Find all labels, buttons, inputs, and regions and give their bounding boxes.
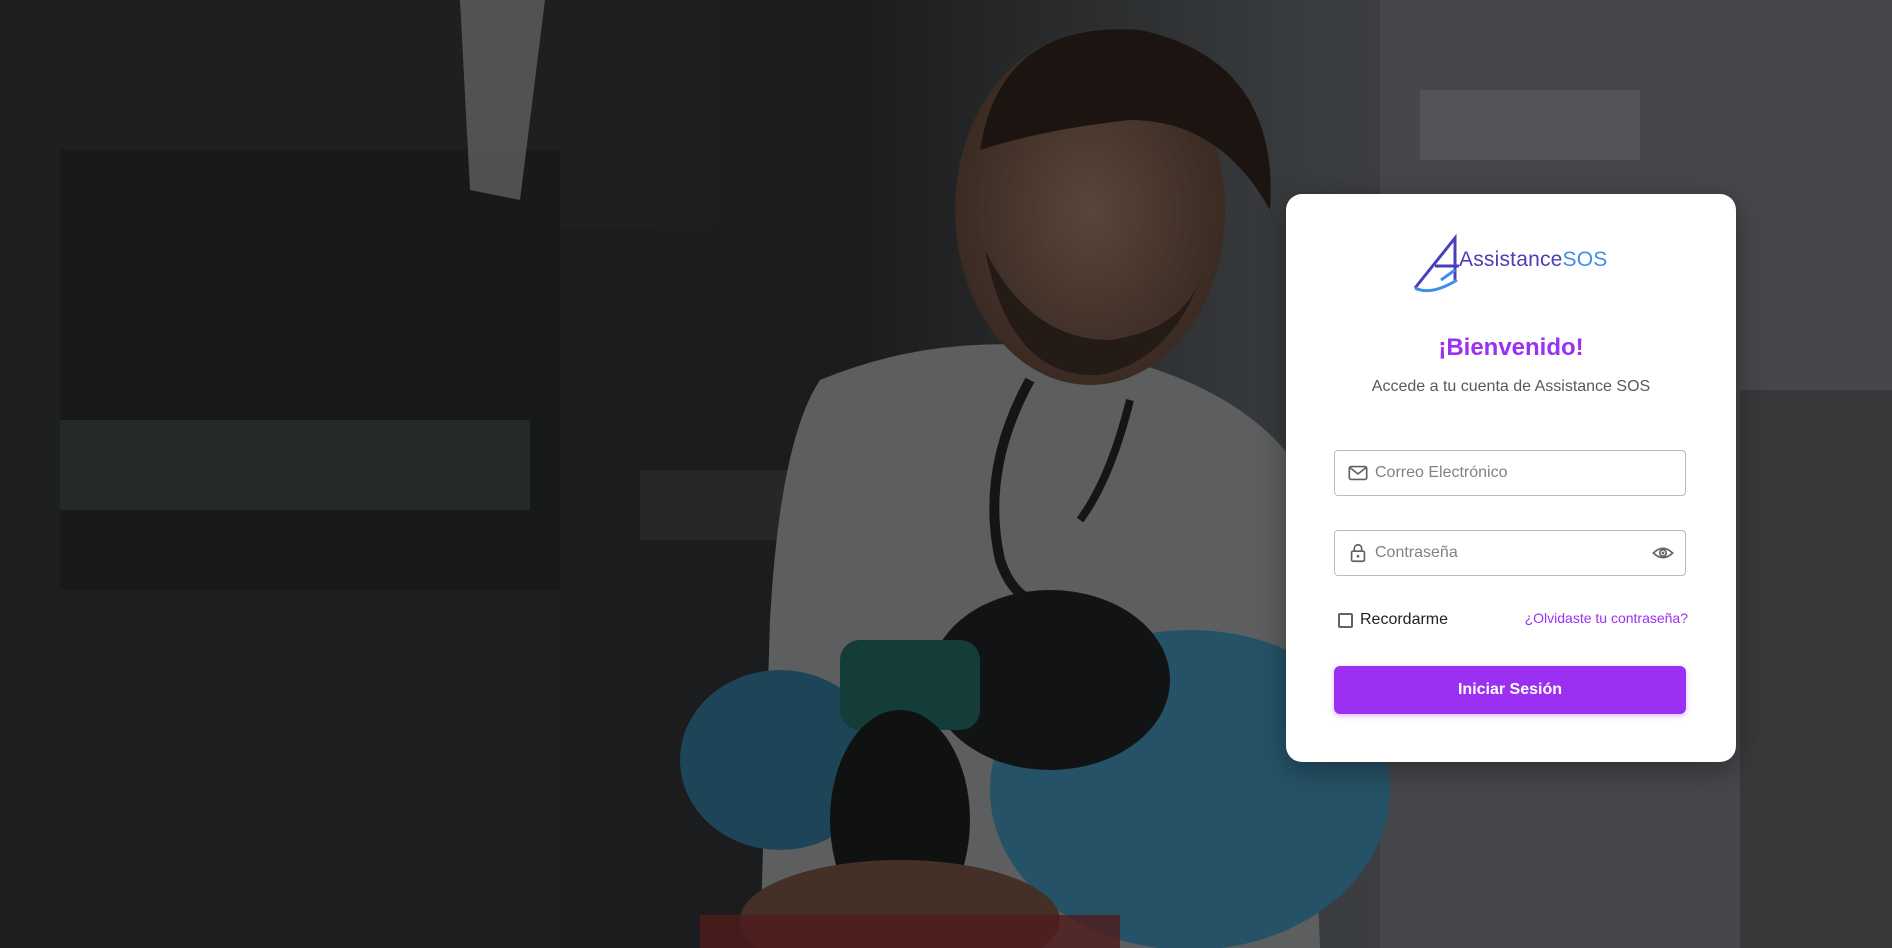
email-input[interactable] (1375, 451, 1635, 495)
remember-me-label: Recordarme (1360, 611, 1449, 628)
mail-icon (1348, 465, 1368, 481)
remember-me-checkbox[interactable]: Recordarme (1338, 608, 1448, 632)
email-field[interactable] (1334, 450, 1686, 496)
forgot-password-link[interactable]: ¿Olvidaste tu contraseña? (1525, 610, 1688, 626)
brand-name: AssistanceSOS (1459, 248, 1608, 272)
password-input[interactable] (1375, 531, 1635, 575)
login-card: AssistanceSOS ¡Bienvenido! Accede a tu c… (1286, 194, 1736, 762)
password-field[interactable] (1334, 530, 1686, 576)
checkbox-box[interactable] (1338, 612, 1353, 628)
eye-icon[interactable] (1651, 542, 1675, 564)
login-button[interactable]: Iniciar Sesión (1334, 666, 1686, 714)
welcome-subtitle: Accede a tu cuenta de Assistance SOS (1371, 378, 1651, 395)
brand-name-part1: Assistance (1459, 248, 1563, 271)
brand-logo: AssistanceSOS (1411, 230, 1611, 294)
lock-icon (1350, 543, 1366, 563)
brand-name-part2: SOS (1562, 248, 1608, 271)
welcome-title: ¡Bienvenido! (1438, 334, 1584, 361)
